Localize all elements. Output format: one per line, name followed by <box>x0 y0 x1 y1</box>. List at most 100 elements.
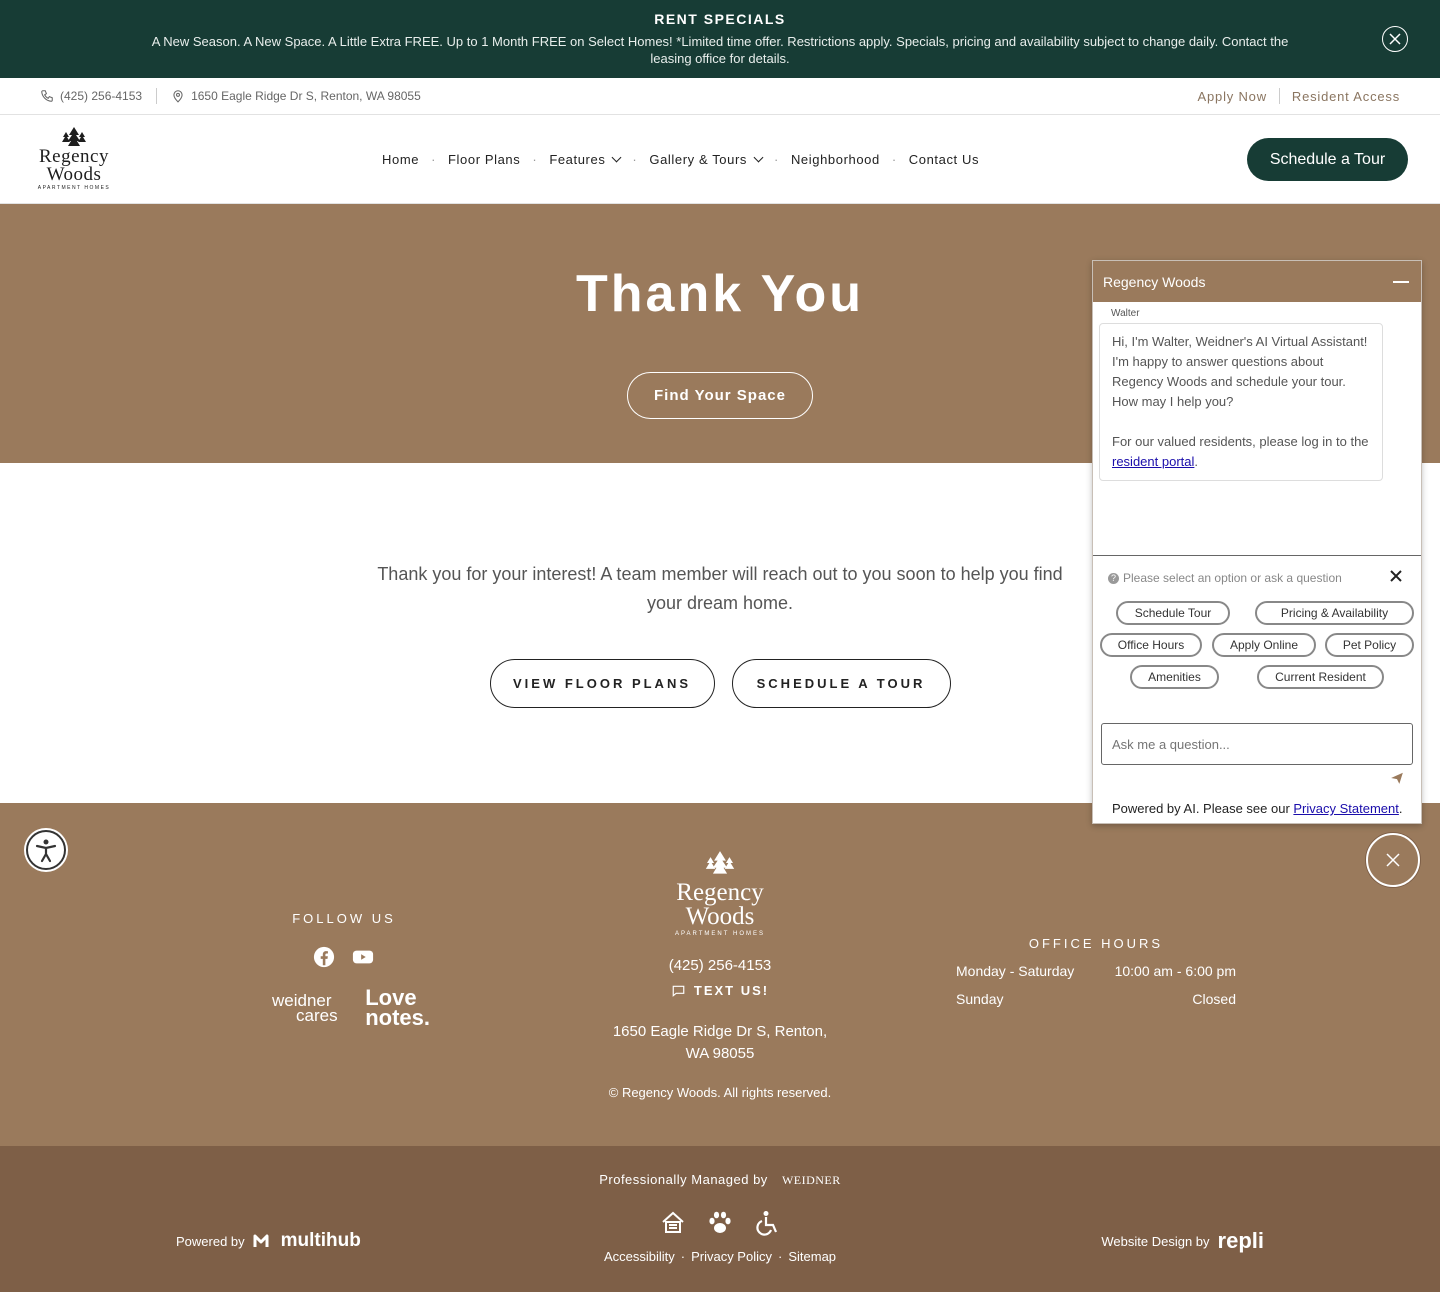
chat-message-text: Hi, I'm Walter, Weidner's AI Virtual Ass… <box>1112 334 1368 409</box>
office-hours-heading: OFFICE HOURS <box>1028 936 1164 951</box>
partner-brands: weidner cares Love notes. <box>258 987 430 1030</box>
nav-floor-plans[interactable]: Floor Plans <box>448 152 520 167</box>
chat-footer-text: Powered by AI. Please see our <box>1112 801 1294 816</box>
text-us-label: TEXT US! <box>693 983 770 998</box>
banner-title: RENT SPECIALS <box>654 11 786 27</box>
nav-separator: · <box>774 152 779 167</box>
close-icon <box>1389 33 1401 45</box>
privacy-statement-link[interactable]: Privacy Statement <box>1293 801 1399 816</box>
utility-phone: (425) 256-4153 <box>60 89 143 103</box>
office-hours: OFFICE HOURS Monday - Saturday 10:00 am … <box>956 936 1236 1007</box>
link-separator: · <box>778 1249 783 1264</box>
footer-address[interactable]: 1650 Eagle Ridge Dr S, Renton, WA 98055 <box>600 1021 840 1065</box>
nav-features[interactable]: Features <box>549 152 622 167</box>
resident-access-link[interactable]: Resident Access <box>1292 89 1400 104</box>
chat-widget: Regency Woods Walter Hi, I'm Walter, Wei… <box>1092 260 1422 824</box>
chat-prompt-text: Please select an option or ask a questio… <box>1123 571 1342 585</box>
weidner-cares-logo[interactable]: weidner cares <box>258 992 338 1024</box>
nav-home[interactable]: Home <box>382 152 419 167</box>
site-footer: FOLLOW US weidner cares Love notes. Rege… <box>0 803 1440 1146</box>
banner-text: A New Season. A New Space. A Little Extr… <box>151 34 1289 66</box>
chat-minimize-button[interactable] <box>1393 280 1409 283</box>
chat-options-close-button[interactable] <box>1390 569 1402 587</box>
chat-resident-period: . <box>1194 454 1199 469</box>
footer-logo-line-1: Regency <box>676 879 764 906</box>
utility-address-link[interactable]: 1650 Eagle Ridge Dr S, Renton, WA 98055 <box>171 89 421 103</box>
managed-by-label: Professionally Managed by <box>599 1172 768 1187</box>
nav-separator: · <box>431 152 437 167</box>
link-separator: · <box>680 1249 686 1264</box>
privacy-policy-link[interactable]: Privacy Policy <box>691 1249 772 1264</box>
wheelchair-icon <box>756 1211 778 1236</box>
resident-portal-link[interactable]: resident portal <box>1112 454 1194 469</box>
logo-line-3: APARTMENT HOMES <box>37 185 111 191</box>
find-your-space-button[interactable]: Find Your Space <box>627 372 813 419</box>
text-us-link[interactable]: TEXT US! <box>600 983 840 998</box>
chat-header: Regency Woods <box>1093 261 1421 302</box>
hours-time: Closed <box>1192 991 1236 1007</box>
rent-specials-banner: RENT SPECIALS A New Season. A New Space.… <box>0 0 1440 78</box>
utility-links: Apply Now Resident Access <box>1198 88 1400 104</box>
facebook-icon[interactable] <box>313 946 335 968</box>
bottom-bar: Professionally Managed by WEIDNER Powere… <box>0 1146 1440 1292</box>
chat-send-button[interactable] <box>1390 771 1404 789</box>
accessibility-icon <box>35 839 57 863</box>
utility-address: 1650 Eagle Ridge Dr S, Renton, WA 98055 <box>191 89 421 103</box>
schedule-tour-button[interactable]: Schedule a Tour <box>1247 138 1408 181</box>
chat-question-input[interactable] <box>1101 723 1413 765</box>
option-office-hours[interactable]: Office Hours <box>1100 633 1202 657</box>
social-icons <box>258 946 430 968</box>
utility-divider <box>1278 88 1280 104</box>
sitemap-link[interactable]: Sitemap <box>788 1249 836 1264</box>
chat-sender-name: Walter <box>1111 308 1140 319</box>
weidner-logo[interactable]: WEIDNER <box>782 1173 841 1187</box>
schedule-a-tour-button[interactable]: SCHEDULE A TOUR <box>731 659 951 708</box>
thank-you-message: Thank you for your interest! A team memb… <box>377 564 1063 613</box>
close-icon <box>1386 853 1400 867</box>
chat-prompt: ? Please select an option or ask a quest… <box>1108 571 1342 585</box>
option-amenities[interactable]: Amenities <box>1130 665 1219 689</box>
footer-contact: Regency Woods APARTMENT HOMES (425) 256-… <box>600 850 840 1100</box>
love-notes-logo[interactable]: Love notes. <box>365 987 430 1030</box>
chevron-down-icon <box>611 152 622 163</box>
nav-gallery-label: Gallery & Tours <box>649 152 747 167</box>
option-pricing-availability[interactable]: Pricing & Availability <box>1255 601 1414 625</box>
follow-us-heading: FOLLOW US <box>292 911 396 926</box>
option-current-resident[interactable]: Current Resident <box>1257 665 1384 689</box>
footer-address-line-1: 1650 Eagle Ridge Dr S, Renton, <box>612 1023 828 1040</box>
youtube-icon[interactable] <box>351 946 375 968</box>
main-nav: Home · Floor Plans · Features · Gallery … <box>382 115 979 204</box>
follow-us-section: FOLLOW US weidner cares Love notes. <box>258 911 430 1030</box>
accessibility-icon-ring <box>26 830 66 870</box>
option-pet-policy[interactable]: Pet Policy <box>1325 633 1414 657</box>
footer-logo-line-3: APARTMENT HOMES <box>674 931 765 937</box>
nav-neighborhood[interactable]: Neighborhood <box>791 152 880 167</box>
hours-day: Monday - Saturday <box>956 963 1075 979</box>
footer-logo[interactable]: Regency Woods APARTMENT HOMES <box>600 850 840 937</box>
website-design-by: Website Design by repli <box>1101 1228 1264 1254</box>
apply-now-link[interactable]: Apply Now <box>1198 89 1267 104</box>
chat-bubble-icon <box>672 985 685 997</box>
site-logo[interactable]: Regency Woods APARTMENT HOMES <box>32 126 116 192</box>
banner-close-button[interactable] <box>1382 26 1408 52</box>
accessibility-widget-button[interactable] <box>24 828 68 872</box>
option-schedule-tour[interactable]: Schedule Tour <box>1116 601 1230 625</box>
repli-logo[interactable]: repli <box>1218 1228 1264 1254</box>
option-apply-online[interactable]: Apply Online <box>1212 633 1316 657</box>
nav-gallery-tours[interactable]: Gallery & Tours <box>649 152 764 167</box>
site-header: Regency Woods APARTMENT HOMES Home · Flo… <box>0 115 1440 204</box>
utility-phone-link[interactable]: (425) 256-4153 <box>40 89 142 103</box>
footer-logo-line-2: Woods <box>685 903 755 930</box>
help-icon: ? <box>1108 572 1119 584</box>
nav-contact-us[interactable]: Contact Us <box>909 152 979 167</box>
accessibility-link[interactable]: Accessibility <box>604 1249 675 1264</box>
nav-features-label: Features <box>549 152 606 167</box>
chat-toggle-close-button[interactable] <box>1366 833 1420 887</box>
copyright: © Regency Woods. All rights reserved. <box>608 1085 832 1100</box>
view-floor-plans-button[interactable]: VIEW FLOOR PLANS <box>489 659 715 708</box>
phone-icon <box>41 90 53 102</box>
love-notes-line-2: notes. <box>365 1005 430 1030</box>
footer-phone[interactable]: (425) 256-4153 <box>600 957 840 974</box>
hours-row: Monday - Saturday 10:00 am - 6:00 pm <box>956 963 1236 979</box>
chat-resident-text: For our valued residents, please log in … <box>1112 434 1369 449</box>
